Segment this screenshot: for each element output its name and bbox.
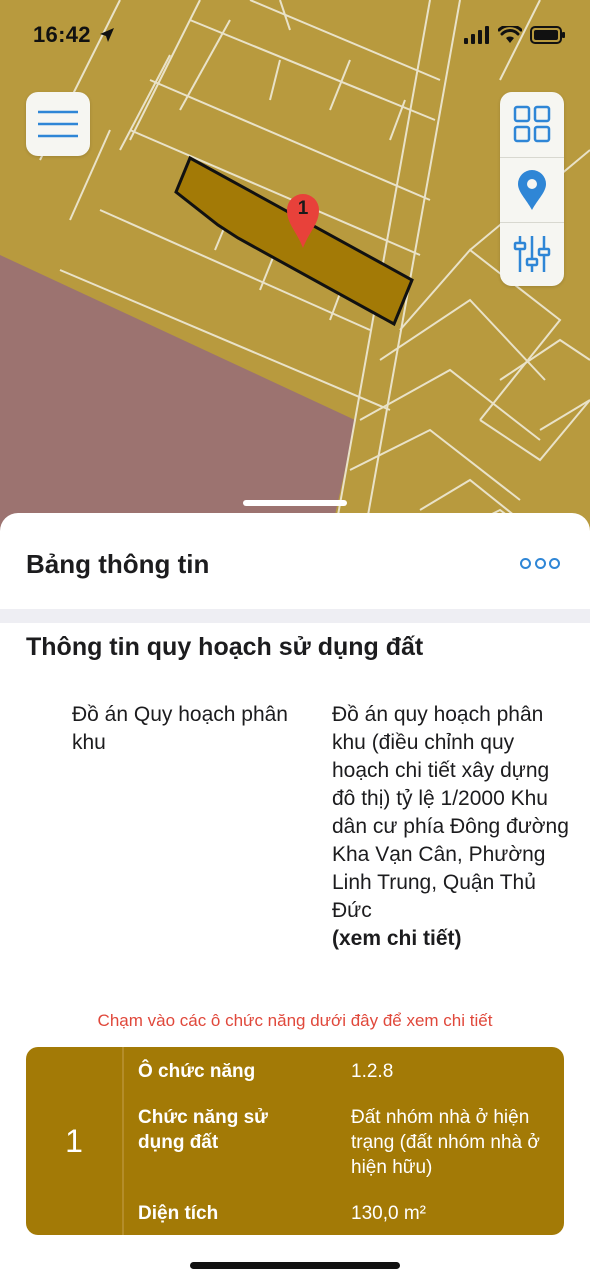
plan-value: Đồ án quy hoạch phân khu (điều chỉnh quy…: [332, 701, 572, 953]
more-icon: [520, 557, 560, 569]
navigation-arrow-icon: [100, 28, 115, 42]
status-time: 16:42: [33, 22, 115, 48]
zone-number: 1: [65, 1122, 83, 1159]
sliders-icon: [513, 236, 551, 272]
zone-value-function-cell: 1.2.8: [351, 1061, 394, 1082]
zone-divider: [122, 1047, 124, 1235]
status-indicators: [464, 24, 566, 46]
sheet-drag-handle[interactable]: [243, 500, 347, 506]
info-sheet: Bảng thông tin Thông tin quy hoạch sử dụ…: [0, 513, 590, 1280]
more-button[interactable]: [520, 555, 560, 571]
map-control-stack: [500, 92, 564, 286]
zone-card[interactable]: 1 Ô chức năng 1.2.8 Chức năng sử dụng đấ…: [26, 1047, 564, 1235]
zone-key-area: Diện tích: [138, 1203, 219, 1224]
hint-text: Chạm vào các ô chức năng dưới đây để xem…: [97, 1011, 493, 1030]
filter-button[interactable]: [500, 222, 564, 286]
status-bar: 16:42: [0, 0, 590, 70]
menu-button[interactable]: [26, 92, 90, 156]
location-pin-icon: [518, 170, 546, 210]
zone-value-land-use: Đất nhóm nhà ở hiện trạng (đất nhóm nhà …: [351, 1107, 540, 1178]
section-title: Thông tin quy hoạch sử dụng đất: [26, 633, 424, 661]
menu-icon: [38, 110, 78, 138]
grid-icon: [513, 105, 551, 143]
sheet-header: Bảng thông tin: [0, 513, 590, 609]
zone-value-area: 130,0 m²: [351, 1203, 426, 1224]
battery-icon: [530, 26, 565, 44]
signal-icon: [464, 26, 489, 44]
wifi-icon: [498, 26, 522, 43]
layers-button[interactable]: [500, 92, 564, 156]
map-marker-label: 1: [297, 198, 309, 219]
view-detail-link[interactable]: (xem chi tiết): [332, 925, 572, 953]
plan-value-text: Đồ án quy hoạch phân khu (điều chỉnh quy…: [332, 703, 569, 922]
my-location-button[interactable]: [500, 158, 564, 222]
section-separator: [0, 609, 590, 623]
zone-key-function-cell: Ô chức năng: [138, 1061, 256, 1082]
plan-label: Đồ án Quy hoạch phân khu: [72, 703, 288, 754]
sheet-title: Bảng thông tin: [26, 549, 210, 579]
home-indicator: [190, 1262, 400, 1269]
zone-key-land-use: Chức năng sử dụng đất: [138, 1107, 268, 1153]
